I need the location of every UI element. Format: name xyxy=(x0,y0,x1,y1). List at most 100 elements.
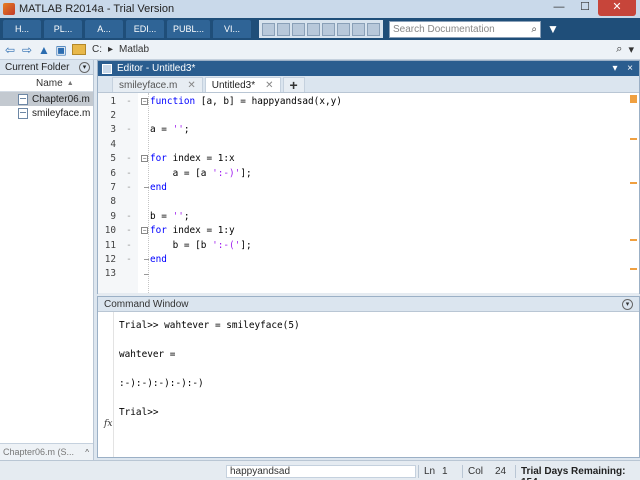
command-window-title: Command Window xyxy=(104,298,189,310)
name-column-header[interactable]: Name ▲ xyxy=(0,75,93,92)
details-panel[interactable]: Chapter06.m (S... ^ xyxy=(0,443,93,460)
back-arrow-icon[interactable]: ⇦ xyxy=(3,43,17,57)
search-documentation-input[interactable]: Search Documentation ⌕ xyxy=(389,20,542,38)
current-folder-panel: Current Folder ▾ Name ▲ Chapter06.m smil… xyxy=(0,60,94,460)
command-output[interactable]: Trial>> wahtever = smileyface(5) wahteve… xyxy=(98,312,639,457)
tab-publish[interactable]: PUBL... xyxy=(167,20,211,38)
path-breadcrumb[interactable]: C: ▸ Matlab xyxy=(92,44,155,55)
code-line[interactable]: 8 xyxy=(98,195,638,209)
fold-end-marker xyxy=(144,187,149,189)
line-number: 2 xyxy=(110,110,116,122)
breakpoint-marker[interactable]: - xyxy=(122,225,136,236)
code-line[interactable]: 12- end xyxy=(98,252,638,266)
code-line[interactable]: 13 xyxy=(98,267,638,281)
code-line[interactable]: 2 xyxy=(98,108,638,122)
code-text: end xyxy=(150,254,167,266)
breakpoint-marker[interactable]: - xyxy=(122,182,136,193)
line-number: 13 xyxy=(104,268,116,280)
code-line[interactable]: 6- a = [a ':-)']; xyxy=(98,166,638,180)
folder-icon xyxy=(72,44,86,55)
col-value: 24 xyxy=(495,466,507,477)
editor-options-icon[interactable]: ▾ xyxy=(609,63,621,74)
path-folder[interactable]: Matlab xyxy=(119,44,149,55)
current-folder-header: Current Folder ▾ xyxy=(0,60,93,75)
expand-details-icon[interactable]: ^ xyxy=(85,448,89,457)
file-item[interactable]: smileyface.m xyxy=(0,106,93,120)
code-text: a = ''; xyxy=(150,124,190,136)
sort-arrow-icon: ▲ xyxy=(66,79,74,87)
file-item[interactable]: Chapter06.m xyxy=(0,92,93,106)
code-area[interactable]: 1- function [a, b] = happyandsad(x,y) 2 3- a… xyxy=(98,93,639,293)
tab-untitled3[interactable]: Untitled3* ✕ xyxy=(204,77,281,92)
code-text: for index = 1:x xyxy=(150,153,235,165)
tab-editor[interactable]: EDI... xyxy=(126,20,164,38)
tab-close-icon[interactable]: ✕ xyxy=(265,80,273,91)
code-text: end xyxy=(150,182,167,194)
forward-arrow-icon[interactable]: ⇨ xyxy=(20,43,34,57)
up-folder-icon[interactable]: ▲ xyxy=(37,43,51,57)
search-icon[interactable]: ⌕ xyxy=(531,24,537,35)
breakpoint-marker[interactable]: - xyxy=(122,124,136,135)
path-search-icon[interactable]: ⌕ xyxy=(616,43,622,56)
editor-close-icon[interactable]: × xyxy=(624,63,636,74)
line-number: 1 xyxy=(110,95,116,107)
undo-icon[interactable] xyxy=(322,22,336,36)
tab-apps[interactable]: A... xyxy=(85,20,123,38)
line-number: 7 xyxy=(110,182,116,194)
paste-icon[interactable] xyxy=(307,22,321,36)
fold-toggle-icon[interactable]: − xyxy=(141,97,148,105)
function-browser-icon[interactable]: fx xyxy=(104,419,112,429)
analyzer-warning-marker[interactable] xyxy=(630,181,637,184)
breakpoint-marker[interactable]: - xyxy=(122,254,136,265)
analyzer-warning-marker[interactable] xyxy=(630,239,637,242)
breakpoint-marker[interactable]: - xyxy=(122,240,136,251)
breakpoint-marker[interactable]: - xyxy=(122,168,136,179)
command-prompt[interactable]: Trial>> xyxy=(119,407,159,418)
breakpoint-marker[interactable]: - xyxy=(122,211,136,222)
breakpoint-marker[interactable]: - xyxy=(122,153,136,164)
ln-label: Ln xyxy=(424,466,436,477)
path-drive[interactable]: C: xyxy=(92,44,102,55)
search-placeholder: Search Documentation xyxy=(393,23,495,35)
tab-view[interactable]: VI... xyxy=(213,20,252,38)
redo-icon[interactable] xyxy=(337,22,351,36)
browse-folder-icon[interactable]: ▣ xyxy=(54,43,68,57)
fx-gutter xyxy=(98,312,114,457)
tab-plots[interactable]: PL... xyxy=(44,20,82,38)
switch-windows-icon[interactable] xyxy=(352,22,366,36)
close-button[interactable]: ✕ xyxy=(598,0,636,16)
analyzer-warning-marker[interactable] xyxy=(630,138,637,141)
panel-options-icon[interactable]: ▾ xyxy=(79,61,90,73)
file-name: smileyface.m xyxy=(32,107,91,119)
maximize-button[interactable]: ☐ xyxy=(572,0,598,16)
new-tab-button[interactable]: + xyxy=(282,77,305,93)
code-line[interactable]: 1- function [a, b] = happyandsad(x,y) xyxy=(98,94,638,108)
line-number: 10 xyxy=(104,225,116,237)
code-line[interactable]: 7- end xyxy=(98,180,638,194)
code-line[interactable]: 9- b = ''; xyxy=(98,209,638,223)
code-line[interactable]: 3- a = ''; xyxy=(98,123,638,137)
path-dropdown-icon[interactable]: ▾ xyxy=(628,43,634,56)
tab-home[interactable]: H... xyxy=(3,20,41,38)
tab-smileyface[interactable]: smileyface.m ✕ xyxy=(112,77,203,92)
current-function: happyandsad xyxy=(226,465,416,478)
code-line[interactable]: 10- for index = 1:y xyxy=(98,224,638,238)
code-line[interactable]: 4 xyxy=(98,137,638,151)
code-line[interactable]: 5- for index = 1:x xyxy=(98,152,638,166)
analyzer-warning-marker[interactable] xyxy=(630,268,637,270)
window-controls: — ☐ ✕ xyxy=(546,0,636,16)
cut-icon[interactable] xyxy=(277,22,291,36)
code-text: b = [b ':-(']; xyxy=(150,239,252,251)
fold-toggle-icon[interactable]: − xyxy=(141,227,148,235)
tab-close-icon[interactable]: ✕ xyxy=(187,80,195,91)
filter-icon[interactable]: ▼ xyxy=(547,22,559,36)
fold-toggle-icon[interactable]: − xyxy=(141,155,148,163)
code-line[interactable]: 11- b = [b ':-(']; xyxy=(98,238,638,252)
minimize-button[interactable]: — xyxy=(546,0,572,16)
panel-options-icon[interactable]: ▾ xyxy=(622,298,633,310)
help-icon[interactable] xyxy=(367,22,381,36)
breakpoint-marker[interactable]: - xyxy=(122,96,136,107)
current-folder-title: Current Folder xyxy=(5,61,70,73)
save-icon[interactable] xyxy=(262,22,276,36)
copy-icon[interactable] xyxy=(292,22,306,36)
